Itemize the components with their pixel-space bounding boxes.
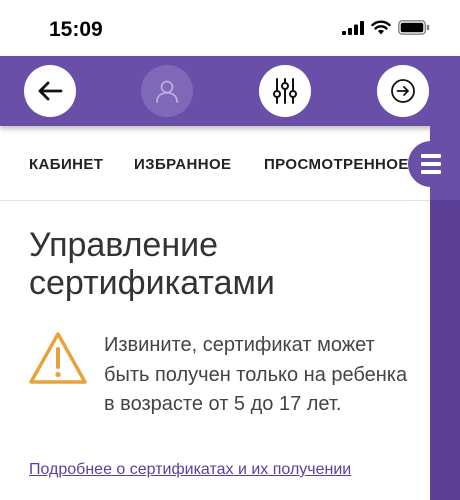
forward-button[interactable] bbox=[377, 65, 429, 117]
tab-strip: КАБИНЕТ ИЗБРАННОЕ ПРОСМОТРЕННОЕ bbox=[0, 126, 430, 201]
certificates-info-link[interactable]: Подробнее о сертификатах и их получении bbox=[29, 461, 351, 479]
hamburger-icon-bar bbox=[421, 154, 441, 158]
page-title-line-1: Управление bbox=[29, 226, 219, 264]
forward-circle-icon bbox=[391, 79, 415, 103]
hamburger-icon-bar bbox=[421, 162, 441, 166]
menu-button[interactable] bbox=[408, 141, 454, 187]
signal-icon bbox=[342, 20, 364, 35]
wifi-icon bbox=[371, 20, 391, 35]
user-icon bbox=[156, 80, 178, 103]
status-time: 15:09 bbox=[49, 18, 103, 41]
warning-message: Извините, сертификат может быть получен … bbox=[104, 334, 408, 415]
battery-icon bbox=[398, 20, 430, 35]
tab-viewed[interactable]: ПРОСМОТРЕННОЕ bbox=[264, 156, 409, 173]
profile-button[interactable] bbox=[141, 65, 193, 117]
status-bar: 15:09 bbox=[0, 0, 460, 56]
app-header bbox=[0, 56, 460, 126]
filters-icon bbox=[273, 78, 297, 104]
scrollbar-thumb[interactable] bbox=[430, 200, 460, 500]
tab-favorites[interactable]: ИЗБРАННОЕ bbox=[134, 156, 231, 173]
filters-button[interactable] bbox=[259, 65, 311, 117]
hamburger-icon-bar bbox=[421, 170, 441, 174]
status-icons bbox=[342, 20, 430, 35]
back-arrow-icon bbox=[38, 81, 63, 101]
back-button[interactable] bbox=[24, 65, 76, 117]
page-title: Управление сертификатами bbox=[29, 226, 419, 302]
warning-icon bbox=[29, 332, 87, 384]
tab-cabinet[interactable]: КАБИНЕТ bbox=[29, 156, 103, 173]
page-title-line-2: сертификатами bbox=[29, 264, 275, 302]
